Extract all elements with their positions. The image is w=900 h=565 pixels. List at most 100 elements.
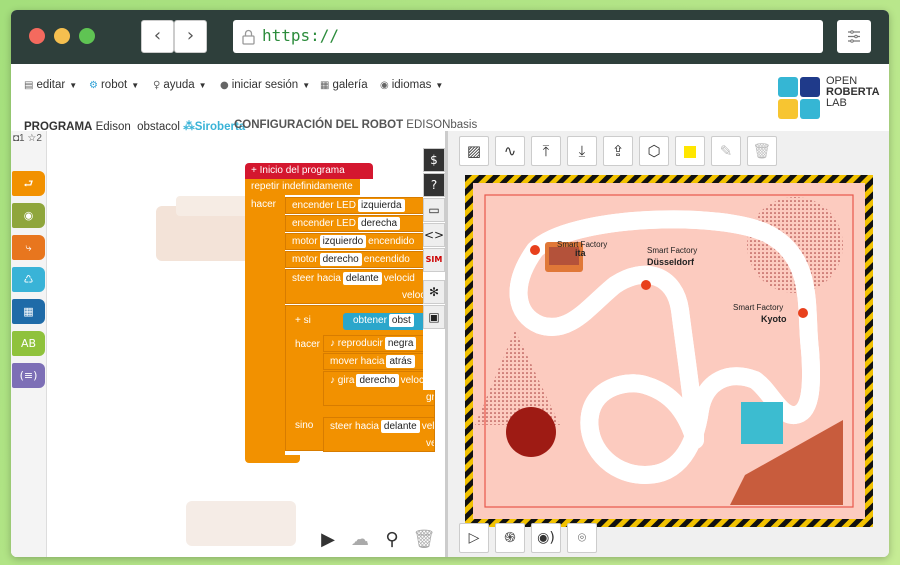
steer2-option[interactable]: delante [380,420,420,433]
menu-help[interactable]: ♀ ayuda ▼ [153,79,207,91]
category-text[interactable]: AB [12,331,45,356]
lightbulb-icon: ♀ [153,80,161,91]
play-option[interactable]: negra [384,337,417,350]
category-logic[interactable]: ♺ [12,267,45,292]
block-turn[interactable]: ♪ giraderechovelocidgra [323,371,435,406]
upload-scene-button[interactable]: ⤒ [531,136,561,166]
math-icon: ▦ [23,305,34,318]
caret-down-icon: ▼ [69,81,78,90]
control-icon: ⤷ [25,241,32,254]
menu-login[interactable]: ● iniciar sesión ▼ [220,79,310,91]
run-button[interactable]: ▶ [313,526,343,556]
config-button[interactable]: ✻ [423,280,445,304]
note-icon: ♪ [330,375,335,386]
block-motor-left[interactable]: motor izquierdo encendido [285,233,435,250]
motor1-option[interactable]: izquierdo [319,235,367,248]
address-bar[interactable]: https:// [233,20,823,53]
color-swatch-icon [684,145,696,158]
comments-button[interactable]: ▭ [423,198,445,222]
block-steer[interactable]: steer hacia delante velocid veloci [285,269,435,304]
download-scene-button[interactable]: ⤓ [567,136,597,166]
motor2-tail: encendido [363,254,410,265]
category-action[interactable]: ⮐ [12,171,45,196]
sim-button[interactable]: SIM [423,248,445,272]
menu-languages[interactable]: ◉ idiomas ▼ [380,79,443,91]
label-3-top: Smart Factory [733,303,783,312]
zoom-button[interactable]: ⚲ [377,526,407,556]
source-button[interactable]: <> [423,223,445,247]
if-label: + si [289,313,329,329]
robot-watermark-bottom [186,501,296,546]
trail-button[interactable]: ∿ [495,136,525,166]
steer2-hacia: hacia [355,421,379,432]
menu-gallery[interactable]: ▦ galería [320,79,368,91]
upload-button[interactable]: ☁ [345,526,375,556]
import-button[interactable]: ⇪ [603,136,633,166]
motor2-label: motor [292,254,318,265]
block-steer2[interactable]: steer haciadelantevel ve [323,417,435,452]
app-menu-bar: ▤ editar ▼ ⚙ robot ▼ ♀ ayuda ▼ ● iniciar sesión… [11,64,889,141]
trash-icon: 🗑 [412,529,436,550]
block-start[interactable]: + Inicio del programa [245,163,373,179]
block-led-left[interactable]: encender LED izquierda [285,197,435,214]
move-hacia: hacia [360,356,385,367]
category-variables[interactable]: (≡) [12,363,45,388]
delete-button[interactable]: 🗑 [747,136,777,166]
tab-config-label: CONFIGURACIÓN DEL ROBOT [234,119,404,131]
obstacle-button[interactable]: ⬡ [639,136,669,166]
block-motor-right[interactable]: motor derecho encendido [285,251,435,268]
block-play-note[interactable]: ♪ reproducir negra [323,335,435,352]
category-sensors[interactable]: ◉ [12,203,45,228]
category-math[interactable]: ▦ [12,299,45,324]
caret-down-icon: ▼ [198,81,207,90]
menu-robot[interactable]: ⚙ robot ▼ [89,79,139,91]
block-move[interactable]: mover hacia atrás [323,353,435,370]
close-dot[interactable] [29,28,45,44]
turn-option[interactable]: derecho [356,374,399,387]
image-button[interactable]: ▨ [459,136,489,166]
block-led-right[interactable]: encender LED derecha [285,215,435,232]
logo-line3: LAB [826,97,847,109]
block-get-sensor[interactable]: obtener obst [343,313,435,330]
forward-button[interactable]: › [174,20,207,53]
chevron-left-icon: ‹ [153,25,162,46]
trash-button[interactable]: 🗑 [409,526,439,556]
blockly-workspace[interactable]: ◘1 ☆2 ⮐ ◉ ⤷ ♺ ▦ AB (≡) + Inicio del prog… [11,131,445,557]
move-option[interactable]: atrás [386,355,415,368]
block-repeat[interactable]: repetir indefinidamente [245,179,360,195]
star-icon: ☆ [27,133,37,144]
settings-lines-icon [848,30,860,43]
maximize-dot[interactable] [79,28,95,44]
note-icon: ♪ [330,338,335,349]
browser-menu-button[interactable] [837,20,871,53]
sim-sound-button[interactable]: ◉) [531,523,561,553]
steer-vel: velocid [383,273,415,284]
cloud-upload-icon: ☁ [351,529,369,550]
sim-label: SIM [425,255,443,264]
motor2-option[interactable]: derecho [319,253,362,266]
globe-icon: ◉ [380,80,389,91]
menu-edit[interactable]: ▤ editar ▼ [24,79,77,91]
color-button[interactable] [675,136,705,166]
back-button[interactable]: ‹ [141,20,174,53]
code-view-button[interactable]: $ [423,148,445,172]
simulation-scene[interactable]: Smart Factory ita Smart Factory Düsseldo… [465,175,873,527]
import-icon: ⇪ [611,142,625,160]
led2-option[interactable]: derecha [357,217,401,230]
get-option[interactable]: obst [388,314,414,327]
eyedropper-button[interactable]: ✎ [711,136,741,166]
led1-option[interactable]: izquierda [357,199,405,212]
minimize-dot[interactable] [54,28,70,44]
help-button[interactable]: ? [423,173,445,197]
menu-login-label: iniciar sesión [231,79,299,91]
else-label-text: sino [295,420,314,431]
tab-robot-config[interactable]: CONFIGURACIÓN DEL ROBOT EDISONbasis [234,119,477,131]
sim-step-button[interactable]: ֍ [495,523,525,553]
steer-option[interactable]: delante [342,272,382,285]
label-1-bottom: ita [575,248,586,258]
question-icon: ? [430,178,438,192]
robot-info-button[interactable]: ▣ [423,305,445,329]
sim-play-button[interactable]: ▷ [459,523,489,553]
sim-location-button[interactable]: ⌾ [567,523,597,553]
category-control[interactable]: ⤷ [12,235,45,260]
